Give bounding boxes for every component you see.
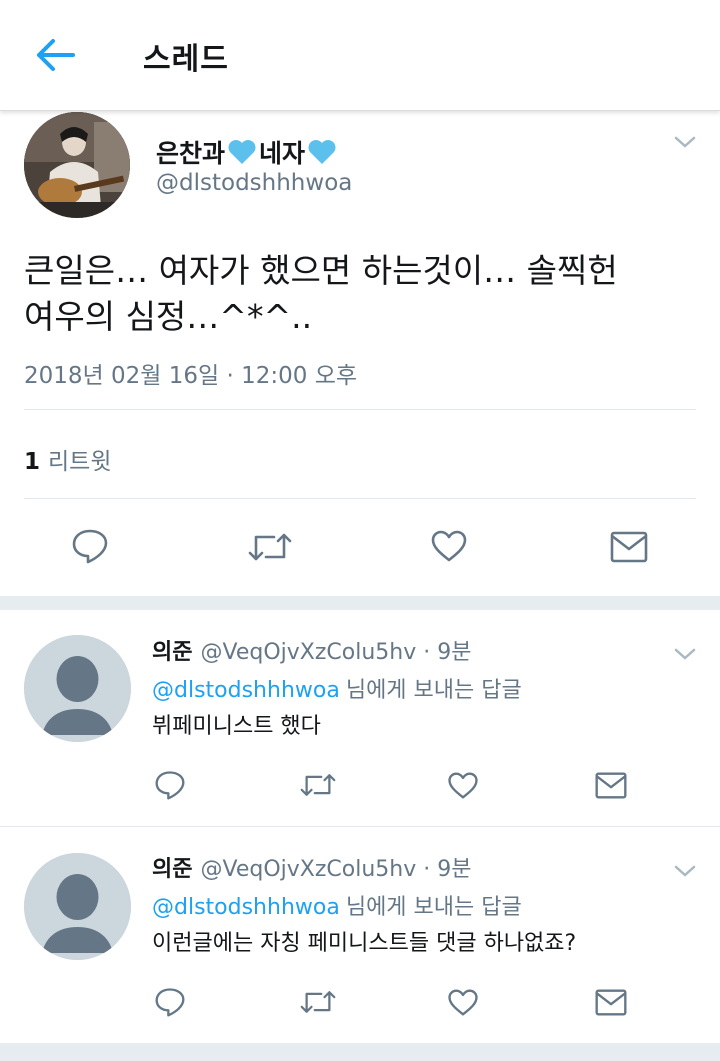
author-name[interactable]: 은찬과 네자 — [156, 134, 337, 170]
retweet-icon — [300, 991, 336, 1013]
reply-button[interactable] — [154, 987, 186, 1017]
reply-icon — [155, 771, 185, 800]
replying-to-label: 님에게 보내는 답글 — [345, 895, 522, 920]
like-button[interactable] — [447, 771, 479, 800]
like-button[interactable] — [447, 988, 479, 1017]
reply-meta: @VeqOjvXzColu5hv · 9분 — [200, 640, 472, 665]
like-button[interactable] — [430, 529, 468, 563]
reply-author-name[interactable]: 의준 — [152, 640, 192, 665]
chevron-down-icon — [674, 648, 696, 660]
default-avatar-icon — [24, 853, 131, 960]
retweet-icon — [300, 774, 336, 796]
envelope-icon — [595, 772, 627, 799]
mention-link[interactable]: @dlstodshhhwoa — [152, 678, 340, 703]
retweet-button[interactable] — [300, 989, 336, 1015]
timestamp: 2018년 02월 16일 · 12:00 오후 — [24, 363, 358, 389]
tweet-text-line1: 큰일은… 여자가 했으면 하는것이… 솔찍헌 — [24, 251, 618, 290]
reply-text: 이런글에는 자칭 페미니스트들 댓글 하나없죠? — [152, 931, 577, 956]
envelope-icon — [610, 531, 648, 563]
chevron-down-icon — [674, 136, 696, 148]
heart-icon — [431, 530, 467, 562]
retweet-button[interactable] — [248, 531, 292, 563]
chevron-down-icon — [674, 865, 696, 877]
direct-message-button[interactable] — [595, 989, 627, 1016]
page-title: 스레드 — [143, 42, 229, 77]
default-avatar-icon — [24, 635, 131, 742]
envelope-icon — [595, 989, 627, 1016]
retweet-count: 1 — [24, 449, 41, 475]
more-options-button[interactable] — [674, 646, 696, 660]
replying-to: @dlstodshhhwoa 님에게 보내는 답글 — [152, 889, 522, 921]
blue-heart-icon — [308, 140, 336, 164]
back-button[interactable] — [36, 38, 76, 72]
more-options-button[interactable] — [674, 134, 696, 148]
reply-header: 의준 @VeqOjvXzColu5hv · 9분 — [152, 851, 471, 883]
main-tweet: 은찬과 네자 @dlstodshhhwoa 큰일은… 여자가 했으면 하는것이…… — [0, 112, 720, 596]
retweet-button[interactable] — [300, 772, 336, 798]
direct-message-button[interactable] — [595, 772, 627, 799]
reply-button[interactable] — [154, 770, 186, 800]
divider — [24, 498, 696, 499]
tweet-text: 큰일은… 여자가 했으면 하는것이… 솔찍헌 여우의 심정…^*^.. — [24, 248, 704, 340]
retweet-icon — [248, 533, 292, 561]
section-gap — [0, 1043, 720, 1061]
retweet-label: 리트윗 — [48, 449, 112, 475]
author-name-part1: 은찬과 — [156, 139, 226, 168]
reply-meta: @VeqOjvXzColu5hv · 9분 — [200, 857, 472, 882]
reply-header: 의준 @VeqOjvXzColu5hv · 9분 — [152, 634, 471, 666]
heart-icon — [448, 772, 478, 799]
reply-button[interactable] — [71, 528, 109, 564]
reply-author-name[interactable]: 의준 — [152, 857, 192, 882]
replying-to-label: 님에게 보내는 답글 — [345, 678, 522, 703]
default-avatar[interactable] — [24, 635, 131, 742]
arrow-left-icon — [37, 39, 75, 71]
retweet-stats[interactable]: 1 리트윗 — [24, 442, 112, 476]
heart-icon — [448, 989, 478, 1016]
reply-text: 뷔페미니스트 했다 — [152, 714, 321, 739]
mention-link[interactable]: @dlstodshhhwoa — [152, 895, 340, 920]
reply-tweet[interactable]: 의준 @VeqOjvXzColu5hv · 9분 @dlstodshhhwoa 님에… — [0, 827, 720, 1043]
blue-heart-icon — [228, 140, 256, 164]
top-bar: 스레드 — [0, 0, 720, 111]
avatar-photo — [24, 112, 130, 218]
section-gap — [0, 596, 720, 610]
divider — [24, 409, 696, 410]
reply-icon — [72, 529, 108, 564]
tweet-text-line2: 여우의 심정…^*^.. — [24, 297, 313, 336]
author-handle[interactable]: @dlstodshhhwoa — [156, 170, 352, 196]
reply-icon — [155, 988, 185, 1017]
more-options-button[interactable] — [674, 863, 696, 877]
default-avatar[interactable] — [24, 853, 131, 960]
author-name-part2: 네자 — [259, 139, 306, 168]
avatar[interactable] — [24, 112, 130, 218]
replying-to: @dlstodshhhwoa 님에게 보내는 답글 — [152, 672, 522, 704]
direct-message-button[interactable] — [610, 531, 648, 563]
reply-tweet[interactable]: 의준 @VeqOjvXzColu5hv · 9분 @dlstodshhhwoa 님에… — [0, 610, 720, 826]
